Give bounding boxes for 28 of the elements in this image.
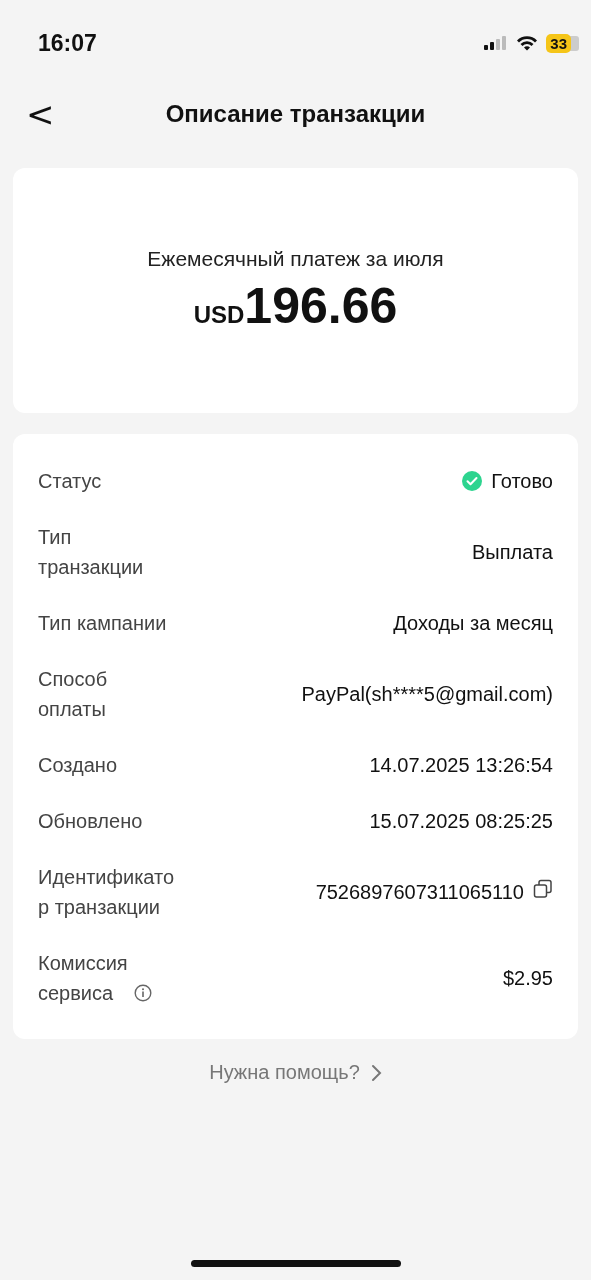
- detail-label: Тип транзакции: [38, 525, 144, 580]
- detail-value: Доходы за месяц: [393, 611, 553, 636]
- detail-label: Идентификато р транзакции: [38, 865, 175, 920]
- detail-value: 15.07.2025 08:25:25: [369, 809, 553, 834]
- wifi-icon: [516, 35, 539, 51]
- detail-label: Комиссия сервиса: [38, 951, 128, 1006]
- detail-value: Выплата: [472, 540, 553, 565]
- detail-label: Тип кампании: [38, 611, 167, 636]
- help-link[interactable]: Нужна помощь?: [209, 1061, 382, 1084]
- payment-caption: Ежемесячный платеж за июля: [147, 246, 444, 271]
- status-time: 16:07: [38, 29, 97, 57]
- page-title: Описание транзакции: [165, 100, 426, 128]
- detail-value: 14.07.2025 13:26:54: [369, 753, 553, 778]
- payment-amount: 196.66: [244, 276, 398, 335]
- detail-value: $2.95: [502, 966, 553, 991]
- detail-value: 7526897607311065110: [315, 880, 524, 905]
- info-icon[interactable]: [133, 984, 152, 1002]
- detail-value: PayPal(sh****5@gmail.com): [301, 682, 553, 707]
- copy-icon[interactable]: [533, 879, 553, 899]
- detail-label: Статус: [38, 469, 102, 494]
- back-button[interactable]: <: [18, 94, 63, 134]
- detail-label: Обновлено: [38, 809, 143, 834]
- chevron-right-icon: [369, 1063, 382, 1082]
- signal-icon: [484, 36, 509, 50]
- detail-label: Создано: [38, 753, 118, 778]
- detail-value: Готово: [491, 469, 553, 494]
- detail-label: Способ оплаты: [38, 667, 108, 722]
- currency-code: USD: [193, 300, 245, 329]
